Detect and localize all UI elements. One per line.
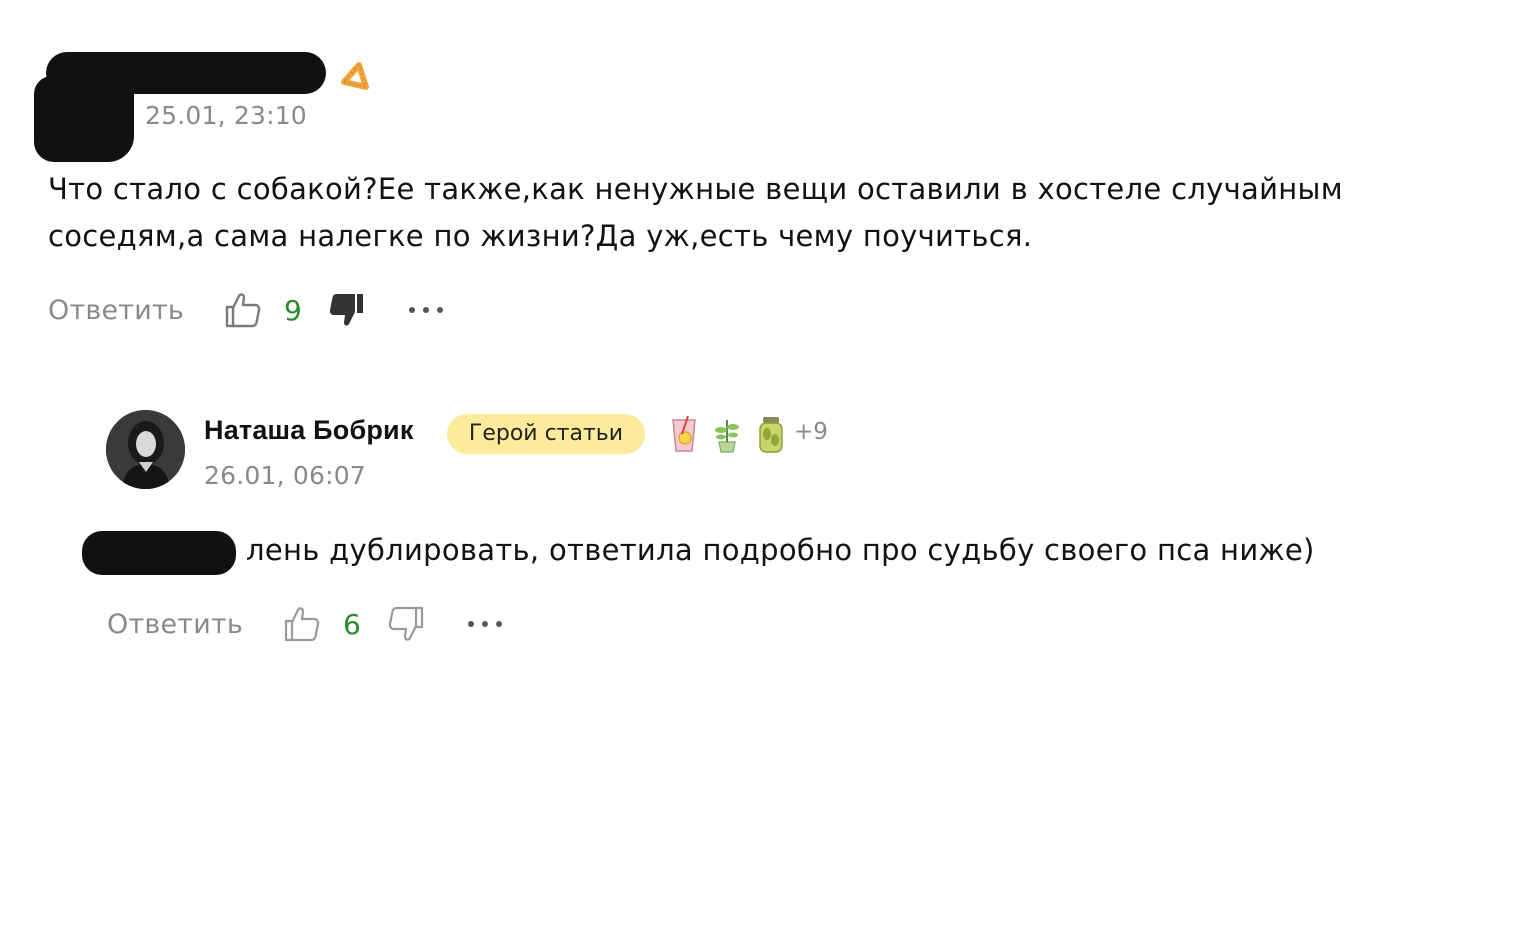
thumbs-up-icon — [284, 607, 320, 642]
dislike-button[interactable] — [328, 291, 366, 329]
avatar-image — [106, 410, 185, 489]
thumbs-down-icon — [388, 606, 423, 641]
more-button[interactable] — [406, 295, 446, 325]
redacted-mention — [82, 531, 236, 575]
dislike-button[interactable] — [387, 605, 425, 643]
like-count: 9 — [284, 293, 302, 327]
jar-icon — [759, 417, 783, 453]
more-button[interactable] — [465, 609, 505, 639]
comment-actions: Ответить 9 — [48, 288, 446, 332]
comment-date: 26.01, 06:07 — [204, 461, 366, 490]
drink-glass-icon — [672, 415, 696, 452]
triangle-badge-icon — [341, 62, 369, 90]
comment-actions: Ответить 6 — [107, 602, 505, 646]
redacted-avatar — [34, 76, 134, 162]
more-dots-icon — [467, 621, 502, 627]
awards-more[interactable]: +9 — [794, 419, 828, 445]
comment-text: лень дублировать, ответила подробно про … — [246, 533, 1315, 567]
like-count: 6 — [343, 607, 361, 641]
plant-icon — [715, 420, 739, 453]
like-button[interactable] — [283, 605, 321, 643]
reply-button[interactable]: Ответить — [48, 295, 184, 326]
user-avatar[interactable] — [106, 410, 185, 489]
reply-button[interactable]: Ответить — [107, 609, 243, 640]
author-name[interactable]: Наташа Бобрик — [204, 415, 414, 446]
more-dots-icon — [408, 307, 443, 313]
comment-date: 25.01, 23:10 — [145, 101, 307, 130]
hero-badge: Герой статьи — [447, 414, 645, 454]
like-button[interactable] — [224, 291, 262, 329]
thumbs-up-icon — [225, 293, 261, 328]
thumbs-down-filled-icon — [329, 294, 363, 326]
comment-text: Что стало с собакой?Ее также,как ненужны… — [48, 172, 1343, 253]
